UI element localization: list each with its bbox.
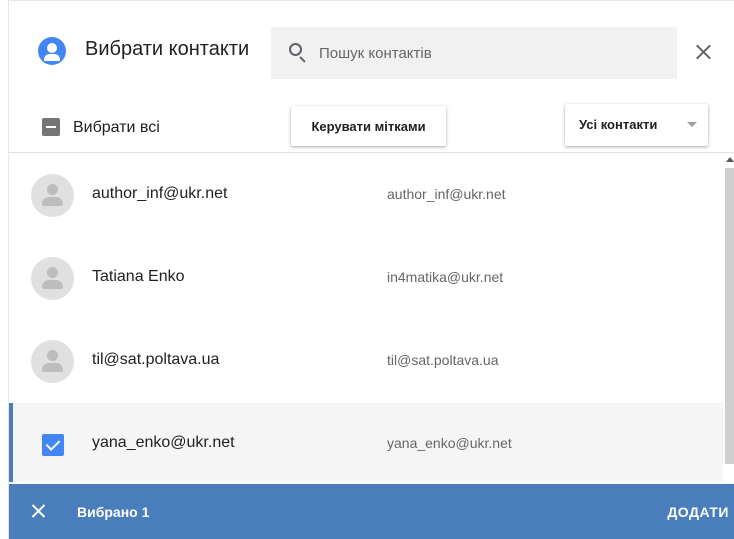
dropdown-arrow-icon (687, 122, 697, 127)
contact-name: author_inf@ukr.net (92, 185, 228, 202)
contact-name: yana_enko@ukr.net (92, 434, 235, 451)
search-input[interactable] (319, 42, 659, 64)
search-box[interactable] (271, 27, 677, 79)
scroll-up-arrow-icon[interactable] (726, 157, 734, 162)
contact-row[interactable]: til@sat.poltava.ua til@sat.poltava.ua (9, 320, 723, 403)
toolbar: Вибрати всі Керувати мітками Усі контакт… (9, 101, 734, 153)
dialog-header: Вибрати контакти (9, 1, 734, 101)
contacts-filter-dropdown[interactable]: Усі контакти (565, 104, 708, 146)
contact-checkbox-checked[interactable] (42, 434, 64, 456)
contact-email: in4matika@ukr.net (387, 269, 504, 285)
contact-row-selected[interactable]: yana_enko@ukr.net yana_enko@ukr.net (9, 403, 723, 482)
selection-footer-bar: Вибрано 1 ДОДАТИ (9, 484, 734, 539)
contact-email: author_inf@ukr.net (387, 186, 506, 202)
avatar[interactable] (31, 340, 74, 383)
selection-indicator (9, 403, 13, 482)
dialog-title: Вибрати контакти (85, 38, 250, 60)
manage-labels-button[interactable]: Керувати мітками (291, 106, 446, 146)
selected-count: Вибрано 1 (77, 504, 150, 520)
close-icon[interactable] (693, 43, 713, 63)
contact-name: Tatiana Enko (92, 268, 185, 285)
filter-selected-value: Усі контакти (579, 117, 658, 132)
select-contacts-dialog: Вибрати контакти Вибрати всі Керувати мі… (8, 0, 734, 539)
list-scrollbar[interactable] (723, 154, 734, 464)
contact-row[interactable]: Tatiana Enko in4matika@ukr.net (9, 237, 723, 320)
close-icon[interactable] (30, 503, 46, 519)
select-all-checkbox[interactable] (42, 118, 60, 136)
add-button[interactable]: ДОДАТИ (645, 497, 729, 527)
scrollbar-thumb[interactable] (725, 168, 734, 464)
search-icon (289, 43, 307, 63)
contact-email: yana_enko@ukr.net (387, 435, 512, 451)
contact-email: til@sat.poltava.ua (387, 352, 499, 368)
contacts-list: author_inf@ukr.net author_inf@ukr.net Ta… (9, 154, 723, 482)
contacts-icon (38, 37, 66, 65)
select-all-label[interactable]: Вибрати всі (73, 119, 160, 137)
avatar[interactable] (31, 174, 74, 217)
contact-row[interactable]: author_inf@ukr.net author_inf@ukr.net (9, 154, 723, 237)
avatar[interactable] (31, 257, 74, 300)
contact-name: til@sat.poltava.ua (92, 351, 220, 368)
